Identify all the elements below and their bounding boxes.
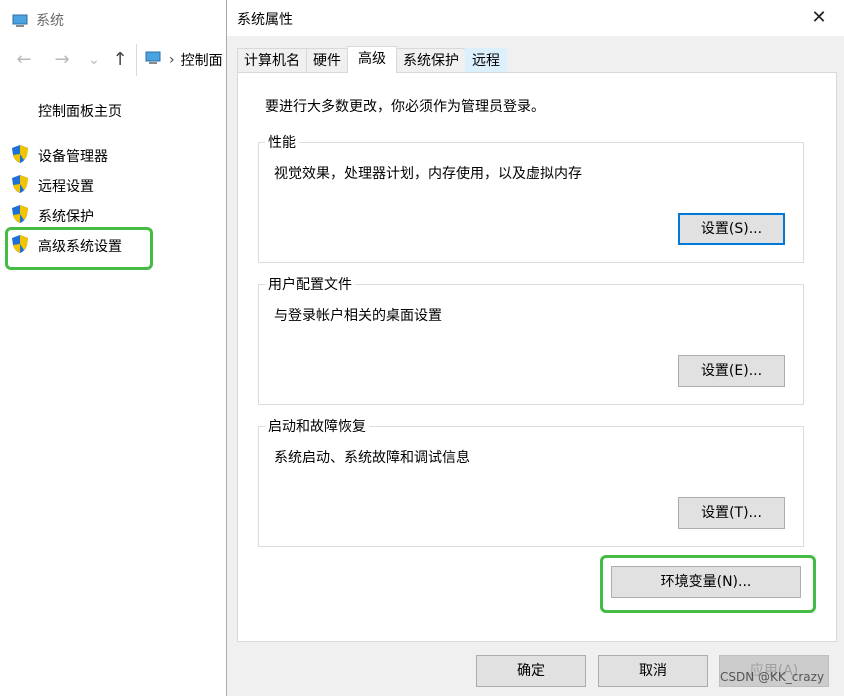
group-description: 系统启动、系统故障和调试信息 [274,450,470,466]
annotation-highlight [600,555,816,613]
user-profiles-settings-button[interactable]: 设置(E)... [678,355,785,387]
group-label: 启动和故障恢复 [265,416,369,436]
tab-system-protection[interactable]: 系统保护 [396,48,466,73]
close-icon[interactable]: ✕ [807,6,831,30]
system-properties-dialog: 系统属性 ✕ 计算机名 硬件 高级 系统保护 远程 要进行大多数更改，你必须作为… [226,0,844,696]
tab-remote[interactable]: 远程 [465,48,507,73]
tab-hardware[interactable]: 硬件 [306,48,348,73]
cancel-button[interactable]: 取消 [598,655,708,687]
sidebar-item-label: 远程设置 [38,179,94,195]
navigation-bar: ← → ⌄ ↑ › 控制面 [0,44,230,76]
sidebar-item-device-manager[interactable]: 设备管理器 [10,145,108,167]
performance-group: 性能 视觉效果，处理器计划，内存使用，以及虚拟内存 设置(S)... [258,132,804,263]
group-description: 视觉效果，处理器计划，内存使用，以及虚拟内存 [274,166,582,182]
shield-icon [10,204,30,228]
breadcrumb-separator-icon: › [169,52,175,68]
user-profiles-group: 用户配置文件 与登录帐户相关的桌面设置 设置(E)... [258,274,804,405]
shield-icon [10,144,30,168]
sidebar-item-system-protection[interactable]: 系统保护 [10,205,94,227]
address-bar[interactable]: › 控制面 [136,44,230,76]
annotation-highlight [5,227,153,270]
tab-computer-name[interactable]: 计算机名 [237,48,307,73]
dialog-title: 系统属性 [237,12,293,28]
watermark: CSDN @KK_crazy [720,670,825,684]
sidebar-item-label: 设备管理器 [38,149,108,165]
tab-advanced[interactable]: 高级 [347,46,397,73]
startup-recovery-settings-button[interactable]: 设置(T)... [678,497,785,529]
breadcrumb[interactable]: 控制面 [181,50,223,70]
recent-dropdown-icon[interactable]: ⌄ [84,50,104,70]
shield-icon [10,174,30,198]
admin-note: 要进行大多数更改，你必须作为管理员登录。 [265,99,545,115]
group-label: 性能 [265,132,299,152]
system-window-title: 系统 [36,13,64,29]
computer-icon [145,51,163,69]
control-panel-home-link[interactable]: 控制面板主页 [38,101,122,121]
forward-arrow-icon[interactable]: → [52,50,72,70]
up-arrow-icon[interactable]: ↑ [110,50,130,70]
back-arrow-icon[interactable]: ← [14,50,34,70]
system-window-titlebar: 系统 [12,10,64,30]
dialog-titlebar: 系统属性 ✕ [227,0,844,36]
sidebar-item-label: 系统保护 [38,209,94,225]
system-window: 系统 ← → ⌄ ↑ › 控制面 控制面板主页 设备管理器 远程设置 系统保护 … [0,0,230,696]
group-label: 用户配置文件 [265,274,355,294]
sidebar-item-remote-settings[interactable]: 远程设置 [10,175,94,197]
startup-recovery-group: 启动和故障恢复 系统启动、系统故障和调试信息 设置(T)... [258,416,804,547]
group-description: 与登录帐户相关的桌面设置 [274,308,442,324]
ok-button[interactable]: 确定 [476,655,586,687]
performance-settings-button[interactable]: 设置(S)... [678,213,785,245]
computer-icon [12,14,30,27]
tab-strip: 计算机名 硬件 高级 系统保护 远程 [237,46,507,73]
